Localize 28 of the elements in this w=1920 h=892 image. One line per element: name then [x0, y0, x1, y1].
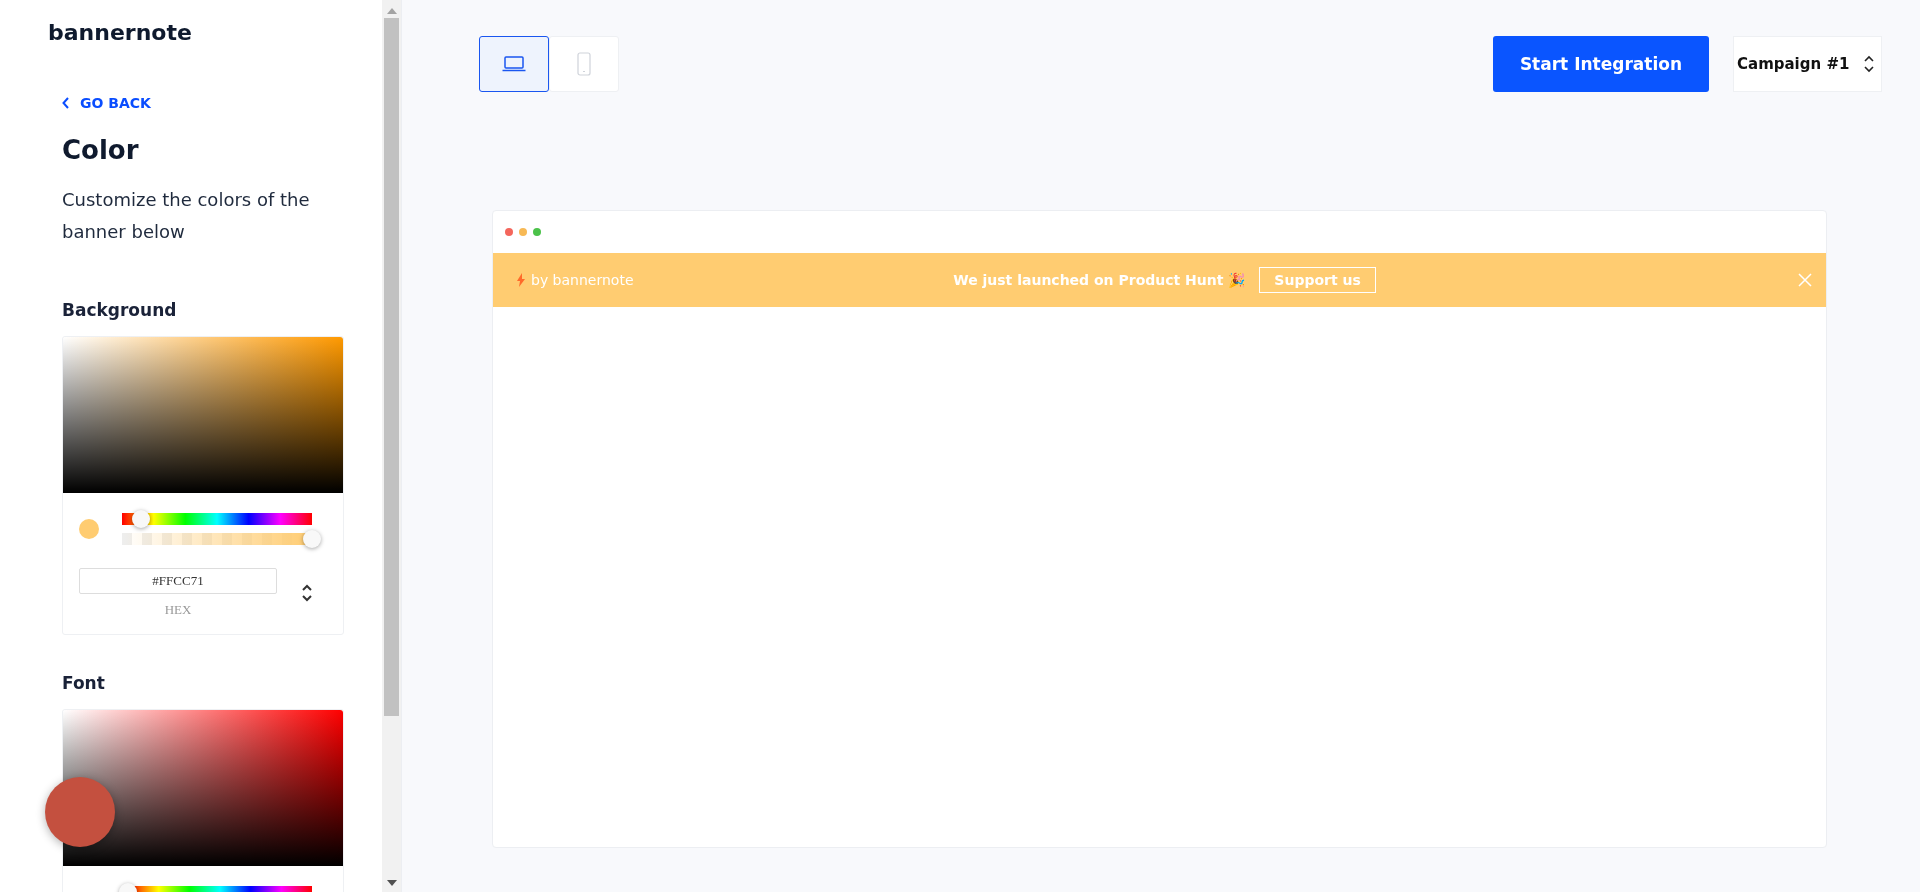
- saturation-area[interactable]: [63, 710, 343, 866]
- logo: bannernote: [48, 20, 193, 45]
- banner-message: We just launched on Product Hunt 🎉: [953, 272, 1246, 288]
- saturation-area[interactable]: [63, 337, 343, 493]
- description: Customize the colors of the banner below: [62, 188, 311, 244]
- hex-input[interactable]: #FFCC71: [79, 568, 277, 594]
- scroll-down-arrow-icon[interactable]: [386, 880, 397, 886]
- avatar-photo-placeholder[interactable]: [45, 777, 115, 847]
- format-label: HEX: [164, 602, 192, 618]
- scrollbar[interactable]: [382, 0, 401, 892]
- scroll-up-arrow-icon[interactable]: [386, 8, 397, 14]
- smartphone-icon: [577, 52, 591, 76]
- start-integration-button[interactable]: Start Integration: [1492, 36, 1709, 92]
- slider-thumb[interactable]: [132, 510, 150, 528]
- scrollbar-thumb[interactable]: [384, 18, 400, 716]
- section-heading: Background: [62, 300, 178, 320]
- color-swatch: [79, 519, 99, 539]
- go-back-link[interactable]: GO BACK: [62, 95, 151, 111]
- laptop-icon: [502, 56, 526, 72]
- lightning-icon: [517, 273, 525, 287]
- slider-thumb[interactable]: [303, 530, 321, 548]
- up-down-chevron-icon: [1863, 54, 1875, 74]
- up-down-chevron-icon[interactable]: [301, 583, 313, 603]
- page-title: Color: [62, 135, 140, 165]
- campaign-select[interactable]: Campaign #1: [1733, 36, 1882, 92]
- section-heading: Font: [62, 673, 106, 693]
- device-tab[interactable]: [479, 36, 549, 92]
- chevron-left-icon: [62, 97, 70, 109]
